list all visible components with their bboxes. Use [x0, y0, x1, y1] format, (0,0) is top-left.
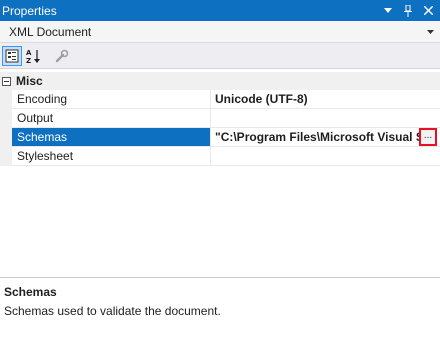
browse-ellipsis-button[interactable]: ... — [419, 128, 437, 146]
category-row-misc[interactable]: Misc — [0, 72, 440, 90]
pin-icon[interactable] — [400, 3, 416, 19]
property-row-schemas[interactable]: Schemas "C:\Program Files\Microsoft Visu… — [0, 128, 440, 147]
description-title: Schemas — [4, 285, 57, 299]
svg-text:Z: Z — [26, 57, 31, 64]
property-value[interactable]: Unicode (UTF-8) — [211, 90, 440, 109]
property-name: Output — [12, 109, 211, 128]
object-selector[interactable]: XML Document — [0, 21, 440, 43]
property-name: Stylesheet — [12, 147, 211, 166]
property-row-encoding[interactable]: Encoding Unicode (UTF-8) — [0, 90, 440, 109]
property-grid: Misc Encoding Unicode (UTF-8) Output Sch… — [0, 72, 440, 166]
description-pane: Schemas Schemas used to validate the doc… — [0, 277, 440, 337]
close-icon[interactable] — [420, 3, 436, 19]
object-selector-value: XML Document — [9, 24, 92, 39]
dropdown-arrow-icon[interactable] — [380, 3, 396, 19]
alphabetical-sort-icon[interactable]: A Z — [24, 46, 44, 66]
property-name: Encoding — [12, 90, 211, 109]
property-value[interactable] — [211, 109, 440, 128]
schemas-value-text: "C:\Program Files\Microsoft Visual Stu — [215, 130, 436, 144]
properties-titlebar: Properties — [0, 0, 440, 21]
description-text: Schemas used to validate the document. — [4, 304, 221, 318]
window-title: Properties — [2, 3, 57, 18]
property-row-stylesheet[interactable]: Stylesheet — [0, 147, 440, 166]
collapse-icon[interactable] — [0, 72, 12, 90]
property-name: Schemas — [12, 128, 211, 147]
wrench-icon[interactable] — [52, 46, 72, 66]
property-row-output[interactable]: Output — [0, 109, 440, 128]
categorized-view-icon[interactable] — [2, 45, 22, 66]
properties-toolbar: A Z — [0, 43, 440, 69]
property-value[interactable] — [211, 147, 440, 166]
category-label: Misc — [16, 74, 43, 88]
svg-text:A: A — [26, 49, 32, 57]
property-value[interactable]: "C:\Program Files\Microsoft Visual Stu .… — [211, 128, 440, 147]
chevron-down-icon[interactable] — [422, 27, 438, 36]
